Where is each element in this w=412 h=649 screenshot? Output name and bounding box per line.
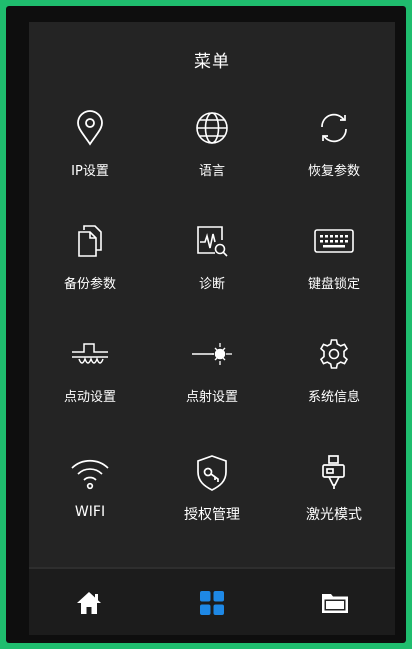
copy-documents-icon — [29, 221, 151, 261]
wifi-icon — [29, 453, 151, 493]
menu-item-language[interactable]: 语言 — [151, 102, 273, 202]
device-frame: 菜单 IP设置 语言 恢复参数 备份参数 诊断 键盘锁定 点动设置 点射设置 系… — [6, 6, 406, 643]
menu-item-label: 恢复参数 — [307, 164, 360, 179]
menu-item-label: 授权管理 — [184, 507, 240, 523]
menu-item-label: 点动设置 — [63, 390, 116, 405]
globe-icon — [151, 108, 273, 148]
menu-item-label: 键盘锁定 — [307, 277, 360, 292]
menu-item-laser-mode[interactable]: 激光模式 — [273, 441, 395, 541]
menu-item-spot-settings[interactable]: 点射设置 — [151, 328, 273, 428]
gear-icon — [273, 334, 395, 374]
menu-item-backup-params[interactable]: 备份参数 — [29, 215, 151, 315]
menu-item-system-info[interactable]: 系统信息 — [273, 328, 395, 428]
menu-item-label: 点射设置 — [185, 390, 238, 405]
menu-item-label: IP设置 — [71, 164, 109, 179]
screen: 菜单 IP设置 语言 恢复参数 备份参数 诊断 键盘锁定 点动设置 点射设置 系… — [29, 22, 395, 635]
menu-item-wifi[interactable]: WIFI — [29, 441, 151, 541]
bottom-nav-bar — [29, 567, 395, 635]
nav-home-button[interactable] — [69, 583, 109, 623]
refresh-icon — [273, 108, 395, 148]
home-icon — [76, 591, 102, 615]
menu-item-label: 激光模式 — [306, 507, 362, 523]
grid-icon — [199, 590, 225, 616]
shield-key-icon — [151, 453, 273, 493]
keyboard-icon — [273, 221, 395, 261]
menu-item-label: 备份参数 — [63, 277, 116, 292]
folder-icon — [321, 591, 349, 615]
menu-item-keyboard-lock[interactable]: 键盘锁定 — [273, 215, 395, 315]
menu-item-label: 系统信息 — [307, 390, 360, 405]
menu-item-label: WIFI — [74, 504, 106, 520]
nav-menu-button[interactable] — [192, 583, 232, 623]
laser-head-icon — [273, 453, 395, 493]
page-title: 菜单 — [194, 52, 230, 72]
menu-item-jog-settings[interactable]: 点动设置 — [29, 328, 151, 428]
menu-item-label: 诊断 — [198, 277, 225, 292]
menu-item-restore-params[interactable]: 恢复参数 — [273, 102, 395, 202]
menu-item-label: 语言 — [198, 164, 225, 179]
jog-pulse-icon — [29, 334, 151, 374]
laser-burst-icon — [151, 334, 273, 374]
menu-item-license-management[interactable]: 授权管理 — [151, 441, 273, 541]
nav-files-button[interactable] — [315, 583, 355, 623]
location-pin-icon — [29, 108, 151, 148]
menu-item-ip-settings[interactable]: IP设置 — [29, 102, 151, 202]
menu-item-diagnostics[interactable]: 诊断 — [151, 215, 273, 315]
diagnostics-icon — [151, 221, 273, 261]
